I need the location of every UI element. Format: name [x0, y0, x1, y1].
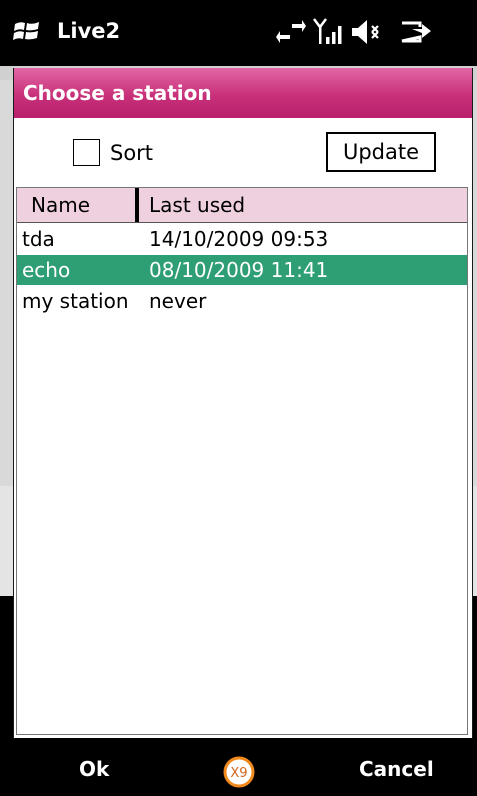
svg-text:X9: X9: [230, 766, 247, 781]
app-title: Live2: [57, 19, 121, 43]
list-item[interactable]: tda 14/10/2009 09:53: [17, 224, 467, 254]
cancel-softkey[interactable]: Cancel: [359, 754, 434, 784]
list-item[interactable]: my station never: [17, 286, 467, 316]
column-separator[interactable]: [135, 188, 139, 222]
battery-charging-icon: [401, 21, 431, 43]
station-name: tda: [22, 227, 55, 251]
sort-label[interactable]: Sort: [110, 138, 153, 168]
dialog-title: Choose a station: [14, 68, 472, 118]
column-header-name[interactable]: Name: [31, 188, 90, 222]
station-last-used: never: [149, 289, 207, 313]
station-last-used: 08/10/2009 11:41: [149, 258, 329, 282]
station-name: my station: [22, 289, 129, 313]
status-bar: Live2: [0, 0, 477, 66]
update-button[interactable]: Update: [326, 132, 436, 172]
station-list[interactable]: Name Last used tda 14/10/2009 09:53 echo…: [16, 187, 468, 735]
keyboard-input-icon[interactable]: X9: [223, 756, 255, 788]
list-header: Name Last used: [17, 188, 467, 223]
signal-strength-icon: [313, 18, 342, 44]
volume-muted-icon: [352, 20, 379, 44]
ok-softkey[interactable]: Ok: [79, 754, 109, 784]
softkey-bar: Ok X9 Cancel: [0, 740, 477, 796]
device-screen: Live2 Choose a station Sort Update Name …: [0, 0, 477, 796]
column-header-last-used[interactable]: Last used: [149, 188, 245, 222]
windows-start-icon[interactable]: [13, 19, 41, 45]
data-connection-icon: [276, 20, 306, 43]
station-name: echo: [22, 258, 71, 282]
sort-checkbox[interactable]: [73, 139, 100, 166]
list-item-selected[interactable]: echo 08/10/2009 11:41: [17, 255, 467, 285]
station-last-used: 14/10/2009 09:53: [149, 227, 329, 251]
